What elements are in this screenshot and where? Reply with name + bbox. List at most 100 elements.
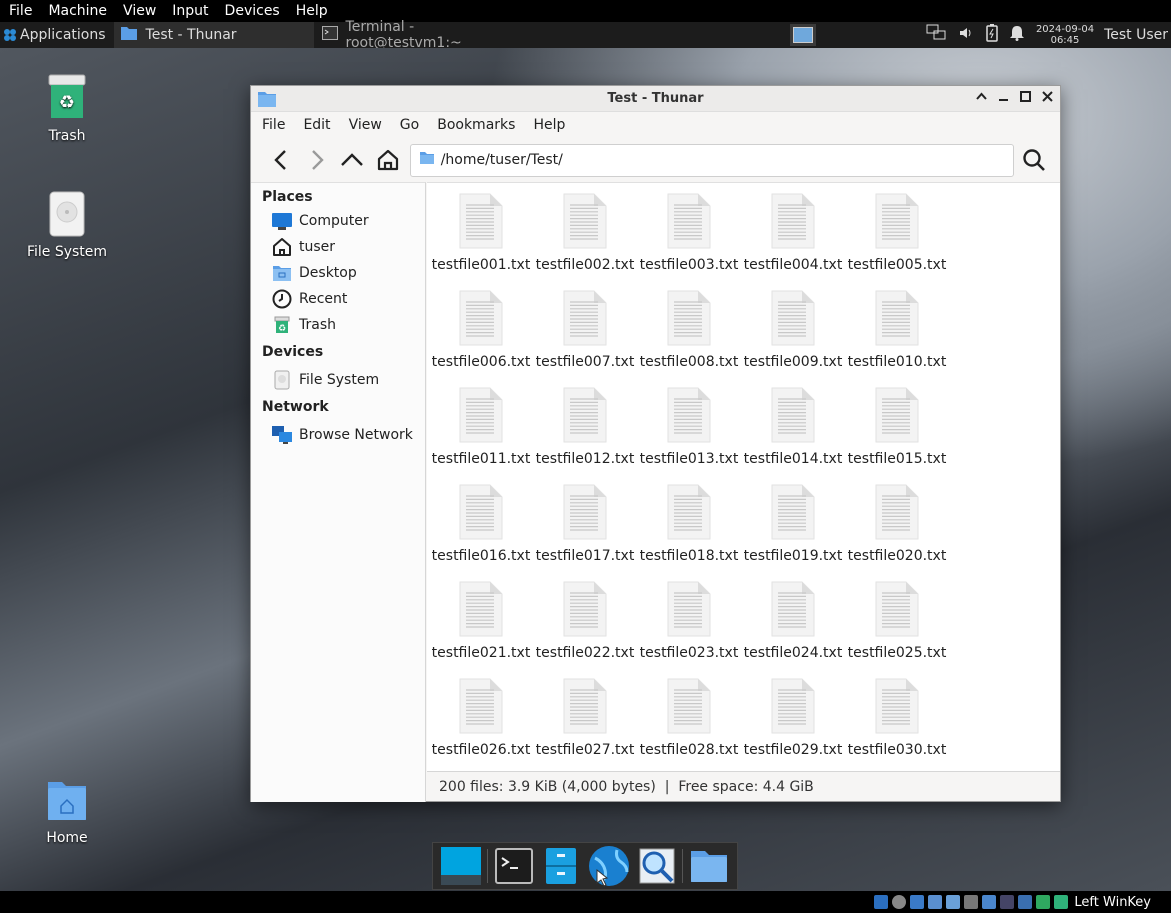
sidebar-item-label: Trash bbox=[299, 317, 336, 333]
file-item[interactable]: testfile007.txt bbox=[533, 290, 637, 370]
notification-bell-icon[interactable] bbox=[1009, 25, 1024, 45]
recording-indicator-icon[interactable] bbox=[1000, 895, 1015, 909]
sidebar-item-trash[interactable]: ♻ Trash bbox=[251, 312, 425, 338]
file-item[interactable]: testfile023.txt bbox=[637, 581, 741, 661]
desktop-icon-home[interactable]: Home bbox=[22, 776, 112, 846]
vm-menu-input[interactable]: Input bbox=[163, 3, 215, 19]
file-item[interactable]: testfile011.txt bbox=[429, 387, 533, 467]
file-item[interactable]: testfile009.txt bbox=[741, 290, 845, 370]
maximize-button[interactable] bbox=[1019, 90, 1032, 107]
vm-menu-devices[interactable]: Devices bbox=[216, 3, 287, 19]
network-status-icon[interactable] bbox=[926, 24, 946, 46]
vm-menu-view[interactable]: View bbox=[114, 3, 163, 19]
file-item[interactable]: testfile006.txt bbox=[429, 290, 533, 370]
file-item[interactable]: testfile012.txt bbox=[533, 387, 637, 467]
toolbar: /home/tuser/Test/ bbox=[251, 138, 1060, 182]
user-menu[interactable]: Test User bbox=[1104, 27, 1168, 43]
audio-indicator-icon[interactable] bbox=[910, 895, 925, 909]
task-terminal[interactable]: Terminal - root@testvm1:~ bbox=[316, 19, 512, 51]
clock[interactable]: 2024-09-04 06:45 bbox=[1036, 24, 1094, 46]
xfce-logo-icon bbox=[3, 28, 17, 42]
file-item[interactable]: testfile022.txt bbox=[533, 581, 637, 661]
hard-disk-indicator-icon[interactable] bbox=[874, 895, 889, 909]
close-button[interactable] bbox=[1041, 90, 1054, 107]
menu-edit[interactable]: Edit bbox=[292, 117, 337, 133]
file-item[interactable]: testfile014.txt bbox=[741, 387, 845, 467]
back-button[interactable] bbox=[263, 142, 299, 178]
window-titlebar[interactable]: Test - Thunar bbox=[251, 86, 1060, 112]
vm-menu-machine[interactable]: Machine bbox=[39, 3, 114, 19]
menu-file[interactable]: File bbox=[251, 117, 292, 133]
file-item[interactable]: testfile004.txt bbox=[741, 193, 845, 273]
sidebar-item-label: tuser bbox=[299, 239, 336, 255]
sidebar-item-filesystem[interactable]: File System bbox=[251, 367, 425, 393]
file-item[interactable]: testfile024.txt bbox=[741, 581, 845, 661]
vm-menu-help[interactable]: Help bbox=[287, 3, 335, 19]
shared-folders-indicator-icon[interactable] bbox=[964, 895, 979, 909]
mouse-integration-indicator-icon[interactable] bbox=[1036, 895, 1051, 909]
file-item[interactable]: testfile020.txt bbox=[845, 484, 949, 564]
menu-bookmarks[interactable]: Bookmarks bbox=[426, 117, 522, 133]
sidebar-item-browse-network[interactable]: Browse Network bbox=[251, 422, 425, 448]
shade-button[interactable] bbox=[975, 90, 988, 107]
dock-show-desktop[interactable] bbox=[437, 844, 485, 888]
dock-web-browser[interactable] bbox=[585, 844, 633, 888]
workspace-switcher[interactable] bbox=[790, 24, 816, 46]
home-button[interactable] bbox=[370, 142, 406, 178]
file-name: testfile013.txt bbox=[639, 451, 739, 467]
desktop-icon-filesystem[interactable]: File System bbox=[22, 190, 112, 260]
location-bar[interactable]: /home/tuser/Test/ bbox=[409, 143, 1015, 177]
network-indicator-icon[interactable] bbox=[928, 895, 943, 909]
file-item[interactable]: testfile029.txt bbox=[741, 678, 845, 758]
file-item[interactable]: testfile016.txt bbox=[429, 484, 533, 564]
vm-menu-file[interactable]: File bbox=[0, 3, 39, 19]
file-item[interactable]: testfile026.txt bbox=[429, 678, 533, 758]
file-item[interactable]: testfile030.txt bbox=[845, 678, 949, 758]
file-item[interactable]: testfile018.txt bbox=[637, 484, 741, 564]
menu-help[interactable]: Help bbox=[522, 117, 572, 133]
file-item[interactable]: testfile028.txt bbox=[637, 678, 741, 758]
text-file-icon bbox=[771, 581, 815, 637]
parent-folder-button[interactable] bbox=[334, 142, 370, 178]
menu-view[interactable]: View bbox=[338, 117, 389, 133]
task-thunar[interactable]: Test - Thunar bbox=[113, 22, 314, 48]
volume-icon[interactable] bbox=[958, 25, 974, 45]
file-item[interactable]: testfile001.txt bbox=[429, 193, 533, 273]
clock-date: 2024-09-04 bbox=[1035, 24, 1095, 35]
applications-menu[interactable]: Applications bbox=[0, 22, 112, 48]
usb-indicator-icon[interactable] bbox=[946, 895, 961, 909]
file-item[interactable]: testfile027.txt bbox=[533, 678, 637, 758]
dock-app-finder[interactable] bbox=[633, 844, 681, 888]
file-item[interactable]: testfile021.txt bbox=[429, 581, 533, 661]
file-item[interactable]: testfile003.txt bbox=[637, 193, 741, 273]
file-item[interactable]: testfile025.txt bbox=[845, 581, 949, 661]
display-indicator-icon[interactable] bbox=[982, 895, 997, 909]
menu-go[interactable]: Go bbox=[389, 117, 426, 133]
file-view[interactable]: testfile001.txt testfile002.txt testfile00… bbox=[427, 182, 1060, 771]
text-file-icon bbox=[459, 581, 503, 637]
file-item[interactable]: testfile002.txt bbox=[533, 193, 637, 273]
file-item[interactable]: testfile019.txt bbox=[741, 484, 845, 564]
sidebar-item-desktop[interactable]: Desktop bbox=[251, 260, 425, 286]
cpu-indicator-icon[interactable] bbox=[1018, 895, 1033, 909]
desktop-icon-trash[interactable]: ♻ Trash bbox=[22, 74, 112, 144]
file-item[interactable]: testfile010.txt bbox=[845, 290, 949, 370]
search-button[interactable] bbox=[1016, 142, 1052, 178]
minimize-button[interactable] bbox=[997, 90, 1010, 107]
optical-drive-indicator-icon[interactable] bbox=[892, 895, 907, 909]
dock-folder[interactable] bbox=[685, 844, 733, 888]
keyboard-indicator-icon[interactable] bbox=[1054, 895, 1069, 909]
file-item[interactable]: testfile015.txt bbox=[845, 387, 949, 467]
file-item[interactable]: testfile005.txt bbox=[845, 193, 949, 273]
battery-icon[interactable] bbox=[986, 24, 998, 46]
dock-terminal[interactable] bbox=[490, 844, 538, 888]
dock-file-manager[interactable] bbox=[537, 844, 585, 888]
text-file-icon bbox=[875, 484, 919, 540]
sidebar-item-tuser[interactable]: tuser bbox=[251, 234, 425, 260]
file-item[interactable]: testfile013.txt bbox=[637, 387, 741, 467]
sidebar-item-computer[interactable]: Computer bbox=[251, 208, 425, 234]
sidebar-item-recent[interactable]: Recent bbox=[251, 286, 425, 312]
file-item[interactable]: testfile017.txt bbox=[533, 484, 637, 564]
file-item[interactable]: testfile008.txt bbox=[637, 290, 741, 370]
forward-button[interactable] bbox=[299, 142, 335, 178]
